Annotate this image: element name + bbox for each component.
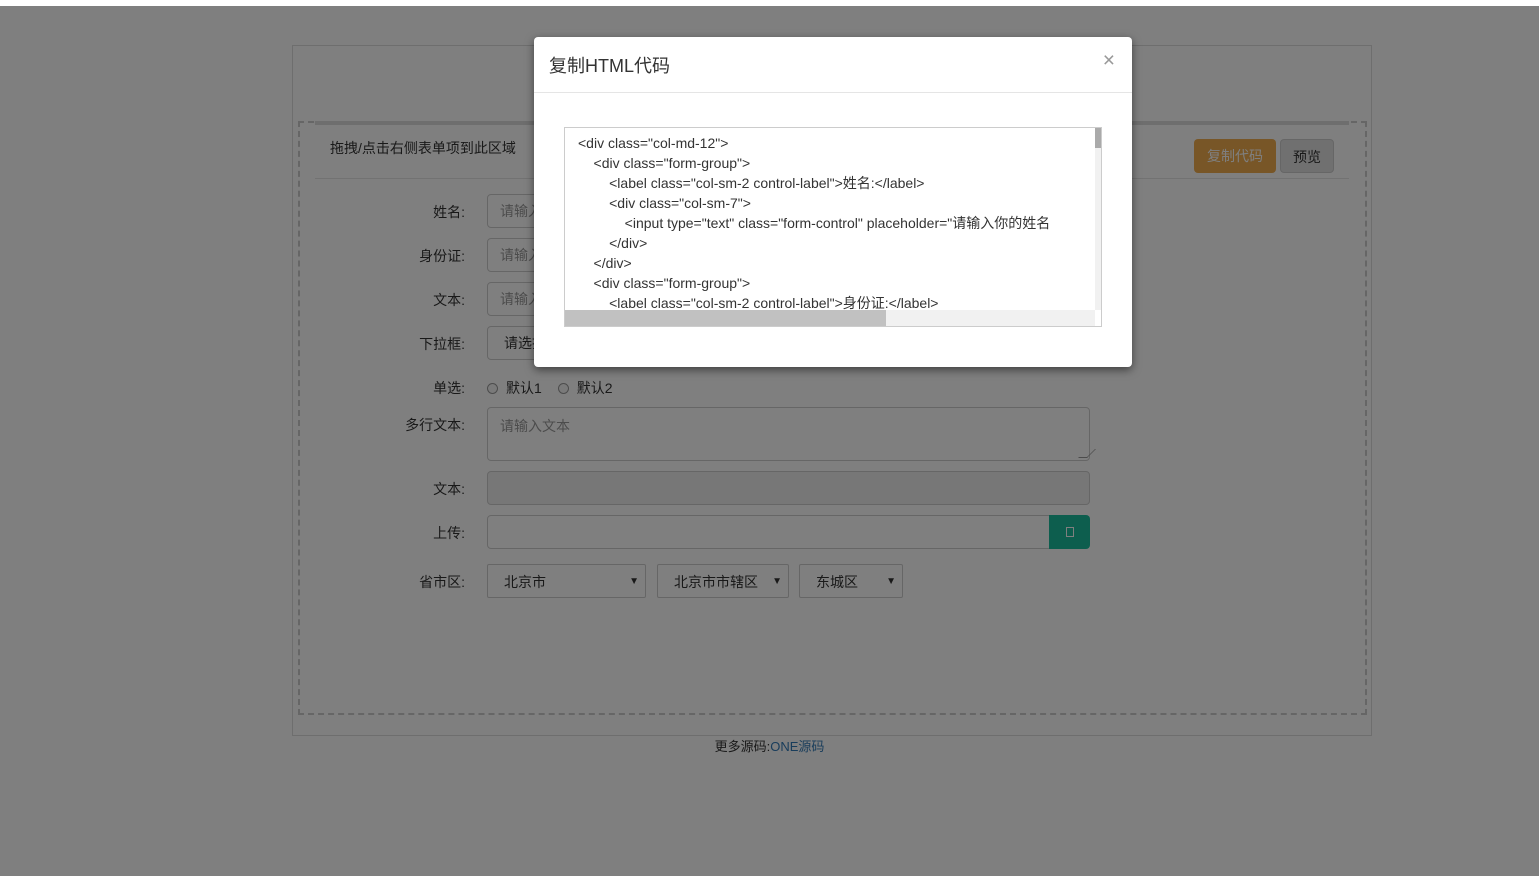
copy-html-modal: 复制HTML代码 × <div class="col-md-12"> <div … [534, 37, 1132, 367]
modal-header: 复制HTML代码 × [534, 37, 1132, 93]
horizontal-scroll-thumb[interactable] [565, 310, 886, 326]
vertical-scrollbar[interactable] [1095, 128, 1101, 310]
code-viewer[interactable]: <div class="col-md-12"> <div class="form… [564, 127, 1102, 327]
html-code: <div class="col-md-12"> <div class="form… [578, 135, 1051, 311]
horizontal-scrollbar[interactable] [565, 310, 1095, 326]
page: 拖拽/点击右侧表单项到此区域 复制代码 预览 姓名: 请输入 身份证: 请输入 … [0, 0, 1539, 876]
vertical-scroll-thumb[interactable] [1095, 128, 1101, 148]
close-icon[interactable]: × [1103, 49, 1115, 73]
modal-title: 复制HTML代码 [549, 56, 670, 76]
